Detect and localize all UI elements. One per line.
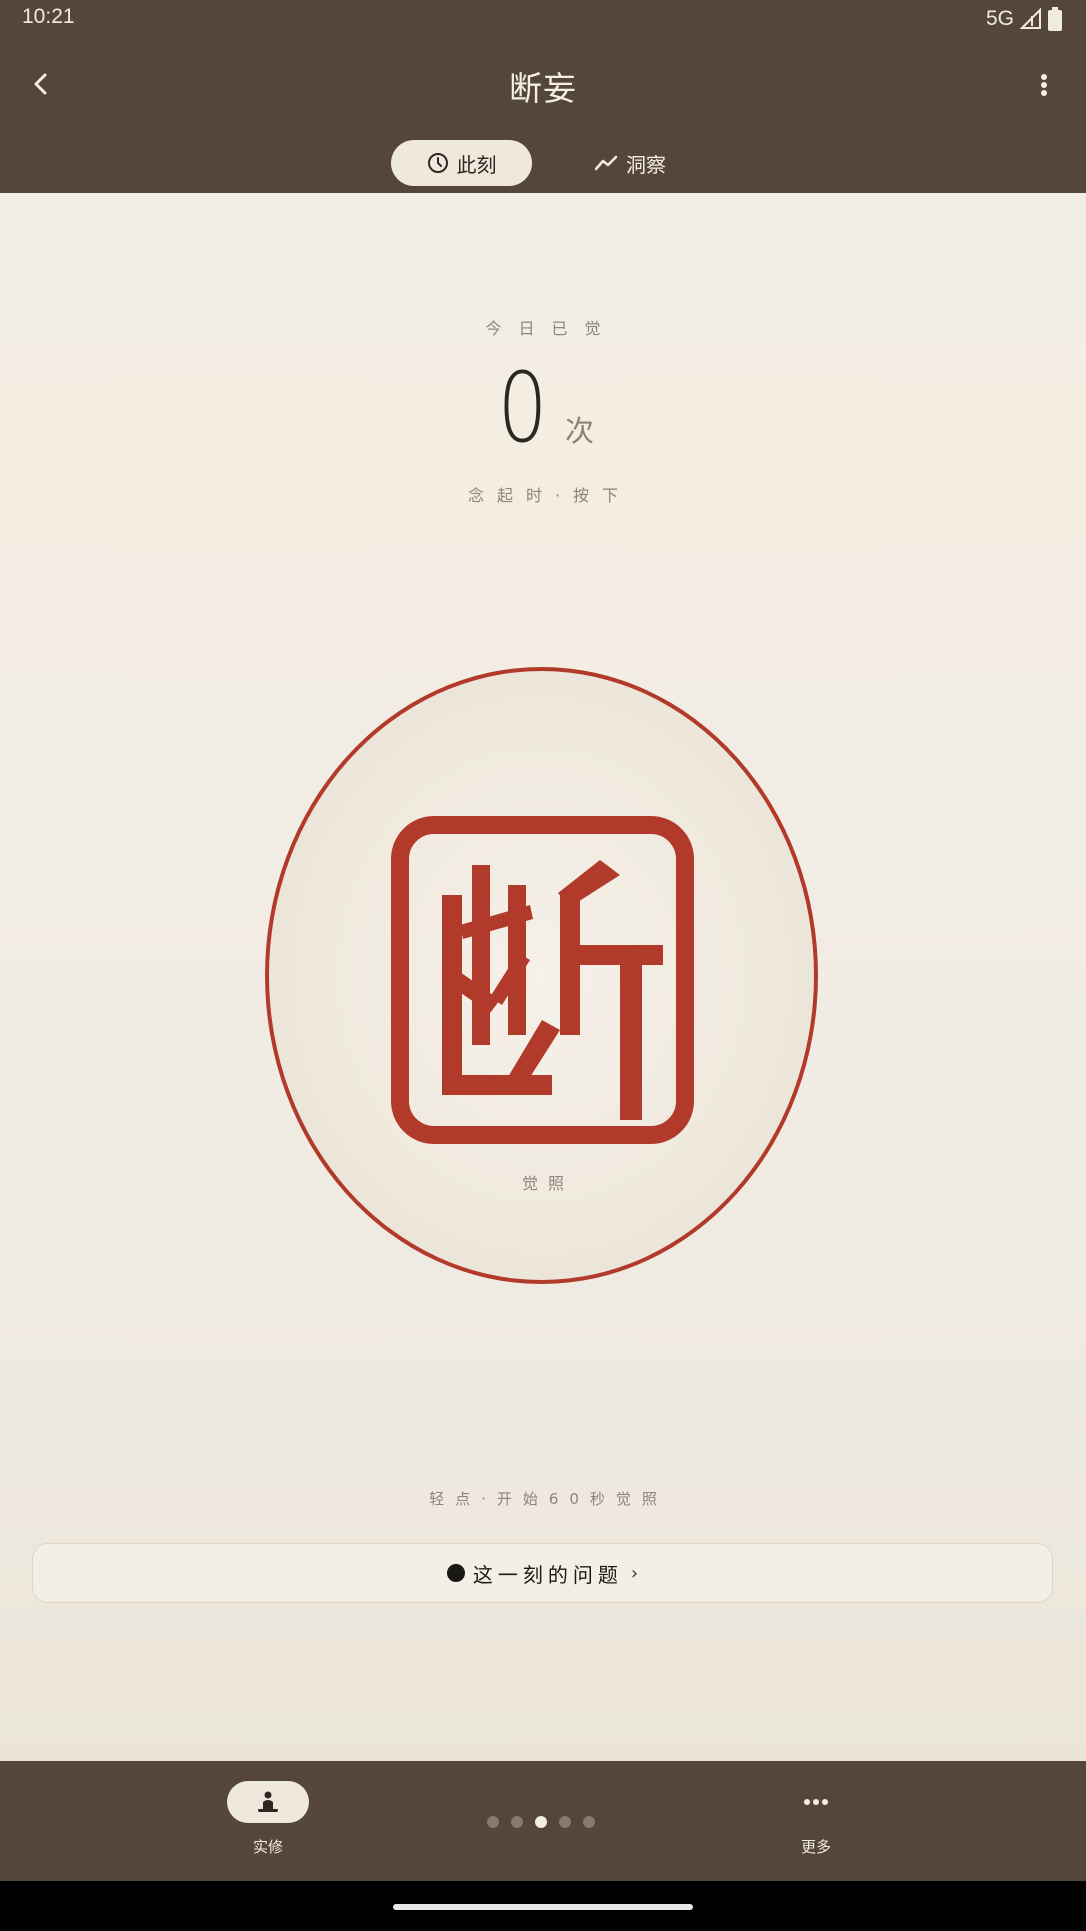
press-hint: 念起时·按下 (467, 486, 632, 505)
more-horizontal-icon (804, 1799, 828, 1805)
page-dot[interactable] (487, 1816, 499, 1828)
seal-caption: 觉照 (521, 1174, 574, 1193)
overflow-menu-button[interactable] (1032, 68, 1056, 102)
page-dot-active[interactable] (535, 1816, 547, 1828)
count-display: 0 次 (0, 360, 1086, 456)
meditation-icon (258, 1791, 278, 1812)
tab-insight[interactable]: 洞察 (580, 140, 680, 186)
signal-icon (1020, 8, 1041, 29)
seal-icon (391, 816, 694, 1144)
home-indicator[interactable] (393, 1904, 693, 1910)
bottom-navigation: 实修 更多 (0, 1761, 1086, 1881)
tap-hint: 轻点·开始60秒觉照 (429, 1490, 668, 1508)
nav-more-label: 更多 (800, 1838, 831, 1856)
question-button[interactable]: 这一刻的问题 › (32, 1543, 1053, 1603)
page-dot[interactable] (559, 1816, 571, 1828)
question-label: 这一刻的问题 (472, 1562, 623, 1587)
page-dot[interactable] (583, 1816, 595, 1828)
page-indicator (487, 1816, 595, 1828)
clock-icon (427, 153, 448, 173)
trend-icon (594, 155, 618, 171)
status-icons: 5G (986, 5, 1062, 33)
today-label: 今日已觉 (485, 319, 618, 338)
tab-now[interactable]: 此刻 (391, 140, 532, 186)
count-value: 0 (497, 352, 548, 464)
chevron-right-icon: › (630, 1562, 639, 1584)
nav-more-button[interactable] (775, 1781, 857, 1823)
system-navigation-bar (0, 1881, 1086, 1931)
tab-insight-label: 洞察 (626, 152, 666, 177)
tab-now-label: 此刻 (456, 152, 497, 177)
status-time: 10:21 (22, 5, 75, 28)
count-unit: 次 (565, 414, 595, 448)
nav-practice-button[interactable] (227, 1781, 309, 1823)
page-dot[interactable] (511, 1816, 523, 1828)
battery-icon (1048, 7, 1062, 31)
network-label: 5G (985, 7, 1014, 30)
app-header: 10:21 5G 断妄 此刻 洞察 (0, 0, 1086, 193)
seal-stamp (390, 815, 695, 1145)
page-title: 断妄 (509, 69, 577, 108)
dot-icon (446, 1564, 465, 1582)
more-vertical-icon (1041, 74, 1047, 96)
nav-practice-label: 实修 (252, 1838, 283, 1856)
